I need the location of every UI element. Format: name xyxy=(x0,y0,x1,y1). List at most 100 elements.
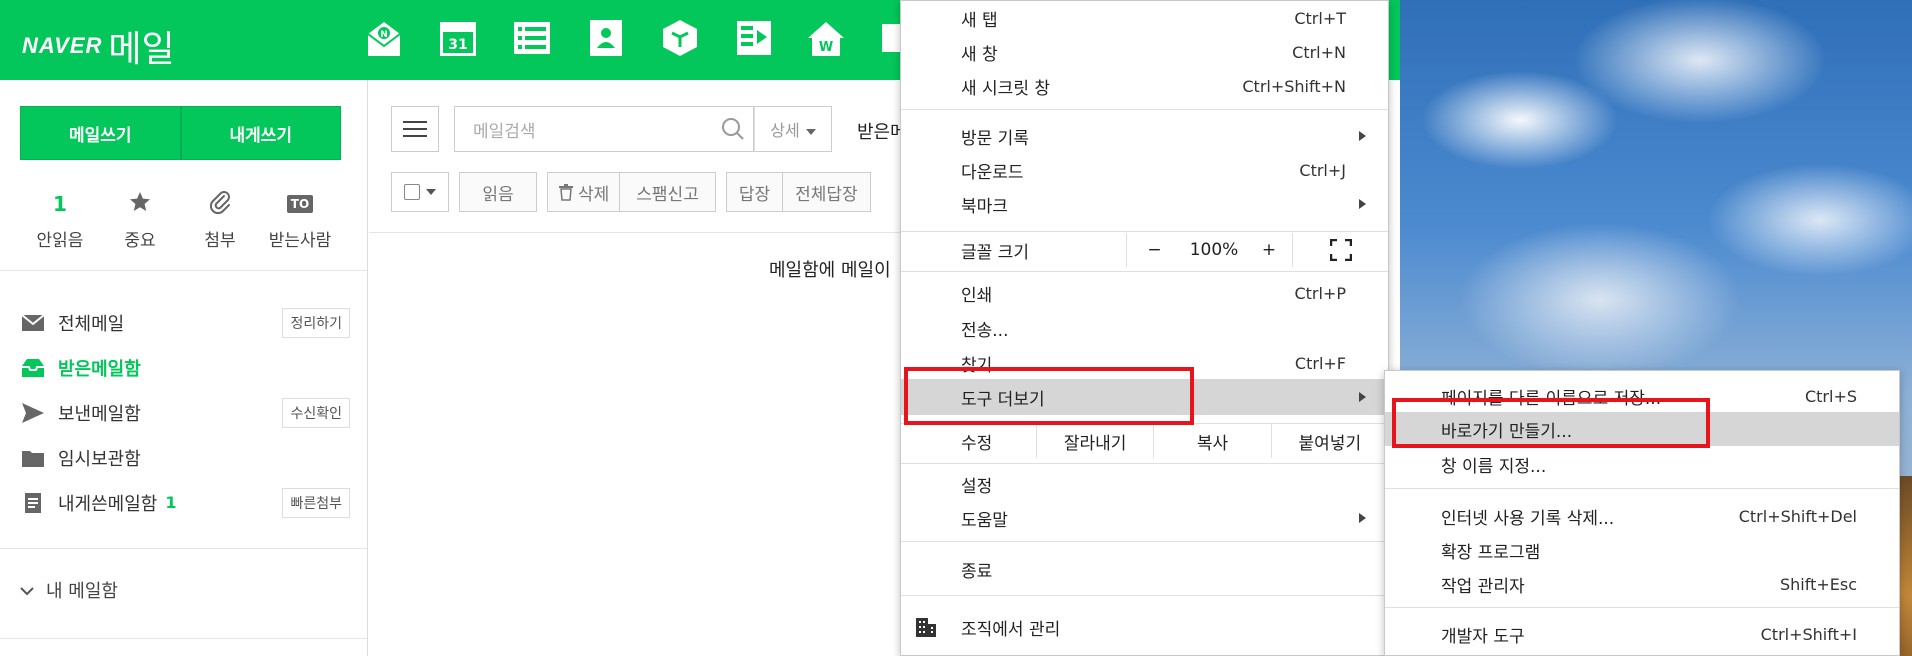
quick-important-label: 중요 xyxy=(124,231,156,251)
divider xyxy=(0,270,367,271)
mail-search-box[interactable]: 메일검색 xyxy=(454,106,754,152)
menu-separator xyxy=(901,595,1388,596)
folder-self-mail[interactable]: 내게쓴메일함 1 빠른첨부 xyxy=(20,480,350,525)
menu-bookmarks[interactable]: 북마크 xyxy=(901,187,1388,221)
building-icon xyxy=(915,616,937,643)
quick-attach-button[interactable]: 빠른첨부 xyxy=(282,487,350,518)
search-icon[interactable] xyxy=(713,117,753,141)
menu-label: 작업 관리자 xyxy=(1441,576,1525,597)
menu-managed-by-org[interactable]: 조직에서 관리 xyxy=(901,609,1388,645)
quick-recipient[interactable]: TO 받는사람 xyxy=(260,188,340,251)
menu-new-window[interactable]: 새 창 Ctrl+N xyxy=(901,35,1388,69)
menu-downloads[interactable]: 다운로드 Ctrl+J xyxy=(901,153,1388,187)
list-icon[interactable] xyxy=(512,18,552,58)
menu-help[interactable]: 도움말 xyxy=(901,501,1388,535)
checkbox-icon xyxy=(404,184,420,200)
menu-label: 인터넷 사용 기록 삭제... xyxy=(1441,508,1615,529)
submenu-task-manager[interactable]: 작업 관리자 Shift+Esc xyxy=(1385,567,1899,601)
folder-label: 임시보관함 xyxy=(58,448,141,470)
caret-down-icon xyxy=(426,189,436,195)
inbox-tray-icon xyxy=(20,357,46,379)
chevron-down-icon xyxy=(20,580,34,601)
submenu-developer-tools[interactable]: 개발자 도구 Ctrl+Shift+I xyxy=(1385,617,1899,651)
menu-label: 확장 프로그램 xyxy=(1441,542,1541,563)
board-icon[interactable] xyxy=(734,18,774,58)
menu-separator xyxy=(901,541,1388,542)
folder-icon xyxy=(20,447,46,469)
contacts-icon[interactable] xyxy=(586,18,626,58)
zoom-in-button[interactable]: + xyxy=(1246,233,1292,267)
quick-unread[interactable]: 1 안읽음 xyxy=(20,188,100,251)
reply-button[interactable]: 답장 xyxy=(725,172,784,212)
quick-important[interactable]: 중요 xyxy=(100,188,180,251)
menu-new-tab[interactable]: 새 탭 Ctrl+T xyxy=(901,1,1388,35)
menu-print[interactable]: 인쇄 Ctrl+P xyxy=(901,276,1388,310)
read-receipt-button[interactable]: 수신확인 xyxy=(282,397,350,428)
highlight-create-shortcut-box xyxy=(1392,398,1710,448)
delete-button[interactable]: 삭제 xyxy=(547,172,621,212)
svg-text:W: W xyxy=(819,40,833,55)
menu-separator xyxy=(901,463,1388,464)
calendar-day: 31 xyxy=(448,37,467,53)
folder-inbox[interactable]: 받은메일함 xyxy=(20,345,350,390)
home-icon[interactable]: W xyxy=(806,18,846,58)
organize-button[interactable]: 정리하기 xyxy=(282,307,350,338)
to-badge-icon: TO xyxy=(286,195,314,213)
trash-icon xyxy=(559,184,573,201)
folder-all-mail[interactable]: 전체메일 정리하기 xyxy=(20,300,350,345)
mark-read-button[interactable]: 읽음 xyxy=(459,172,537,212)
folder-sent[interactable]: 보낸메일함 수신확인 xyxy=(20,390,350,435)
browser-main-menu: 새 탭 Ctrl+T 새 창 Ctrl+N 새 시크릿 창 Ctrl+Shift… xyxy=(900,0,1389,656)
quick-unread-label: 안읽음 xyxy=(36,231,84,251)
svg-text:N: N xyxy=(380,30,388,40)
write-to-self-button[interactable]: 내게쓰기 xyxy=(180,106,341,160)
naver-mail-logo[interactable]: NAVER 메일 xyxy=(22,20,175,72)
menu-new-incognito[interactable]: 새 시크릿 창 Ctrl+Shift+N xyxy=(901,69,1388,103)
detail-search-dropdown[interactable]: 상세 xyxy=(754,106,832,152)
my-mailbox-toggle[interactable]: 내 메일함 xyxy=(20,577,118,603)
menu-history[interactable]: 방문 기록 xyxy=(901,119,1388,153)
menu-separator xyxy=(1385,607,1899,608)
folder-list: 전체메일 정리하기 받은메일함 보낸메일함 수신확인 임시보관함 내게쓴메일함 … xyxy=(20,300,350,525)
left-sidebar: 메일쓰기 내게쓰기 1 안읽음 중요 첨부 TO 받는사람 전체메일 정리하기 … xyxy=(0,80,368,656)
write-mail-button[interactable]: 메일쓰기 xyxy=(20,106,181,160)
copy-button[interactable]: 복사 xyxy=(1153,424,1270,458)
cut-button[interactable]: 잘라내기 xyxy=(1036,424,1153,458)
hamburger-menu-button[interactable] xyxy=(391,106,439,152)
mail-app-icon[interactable]: N xyxy=(364,18,404,58)
menu-label: 수정 xyxy=(961,433,993,454)
quick-recipient-label: 받는사람 xyxy=(268,231,332,251)
menu-settings[interactable]: 설정 xyxy=(901,467,1388,501)
menu-exit[interactable]: 종료 xyxy=(901,552,1388,586)
folder-drafts[interactable]: 임시보관함 xyxy=(20,435,350,480)
zoom-out-button[interactable]: − xyxy=(1126,233,1182,267)
menu-separator xyxy=(901,231,1388,232)
cube-icon[interactable] xyxy=(660,18,700,58)
select-all-checkbox[interactable] xyxy=(391,172,449,212)
caret-down-icon xyxy=(805,120,816,139)
menu-separator xyxy=(1385,488,1899,489)
calendar-icon[interactable]: 31 xyxy=(438,18,478,58)
spam-report-button[interactable]: 스팸신고 xyxy=(619,172,716,212)
zoom-level: 100% xyxy=(1189,240,1239,260)
unread-count: 1 xyxy=(53,192,67,216)
submenu-name-window[interactable]: 창 이름 지정... xyxy=(1385,447,1899,481)
reply-all-button[interactable]: 전체답장 xyxy=(782,172,871,212)
fullscreen-icon xyxy=(1329,239,1352,261)
menu-label: 설정 xyxy=(961,476,993,497)
submenu-clear-browsing-data[interactable]: 인터넷 사용 기록 삭제... Ctrl+Shift+Del xyxy=(1385,499,1899,533)
edit-controls: 잘라내기 복사 붙여넣기 xyxy=(1036,424,1388,458)
paste-button[interactable]: 붙여넣기 xyxy=(1270,424,1388,458)
menu-shortcut: Ctrl+N xyxy=(1292,42,1346,62)
mail-action-bar: 읽음 삭제 스팸신고 답장 전체답장 xyxy=(391,172,881,212)
more-apps-icon[interactable] xyxy=(880,18,900,58)
menu-label: 조직에서 관리 xyxy=(961,619,1061,640)
fullscreen-button[interactable] xyxy=(1292,233,1388,267)
write-buttons: 메일쓰기 내게쓰기 xyxy=(20,106,341,160)
search-input[interactable]: 메일검색 xyxy=(473,117,713,142)
submenu-extensions[interactable]: 확장 프로그램 xyxy=(1385,533,1899,567)
logo-product: 메일 xyxy=(108,28,175,69)
menu-cast[interactable]: 전송... xyxy=(901,311,1388,345)
quick-attachment[interactable]: 첨부 xyxy=(180,188,260,251)
hamburger-icon xyxy=(403,121,427,137)
